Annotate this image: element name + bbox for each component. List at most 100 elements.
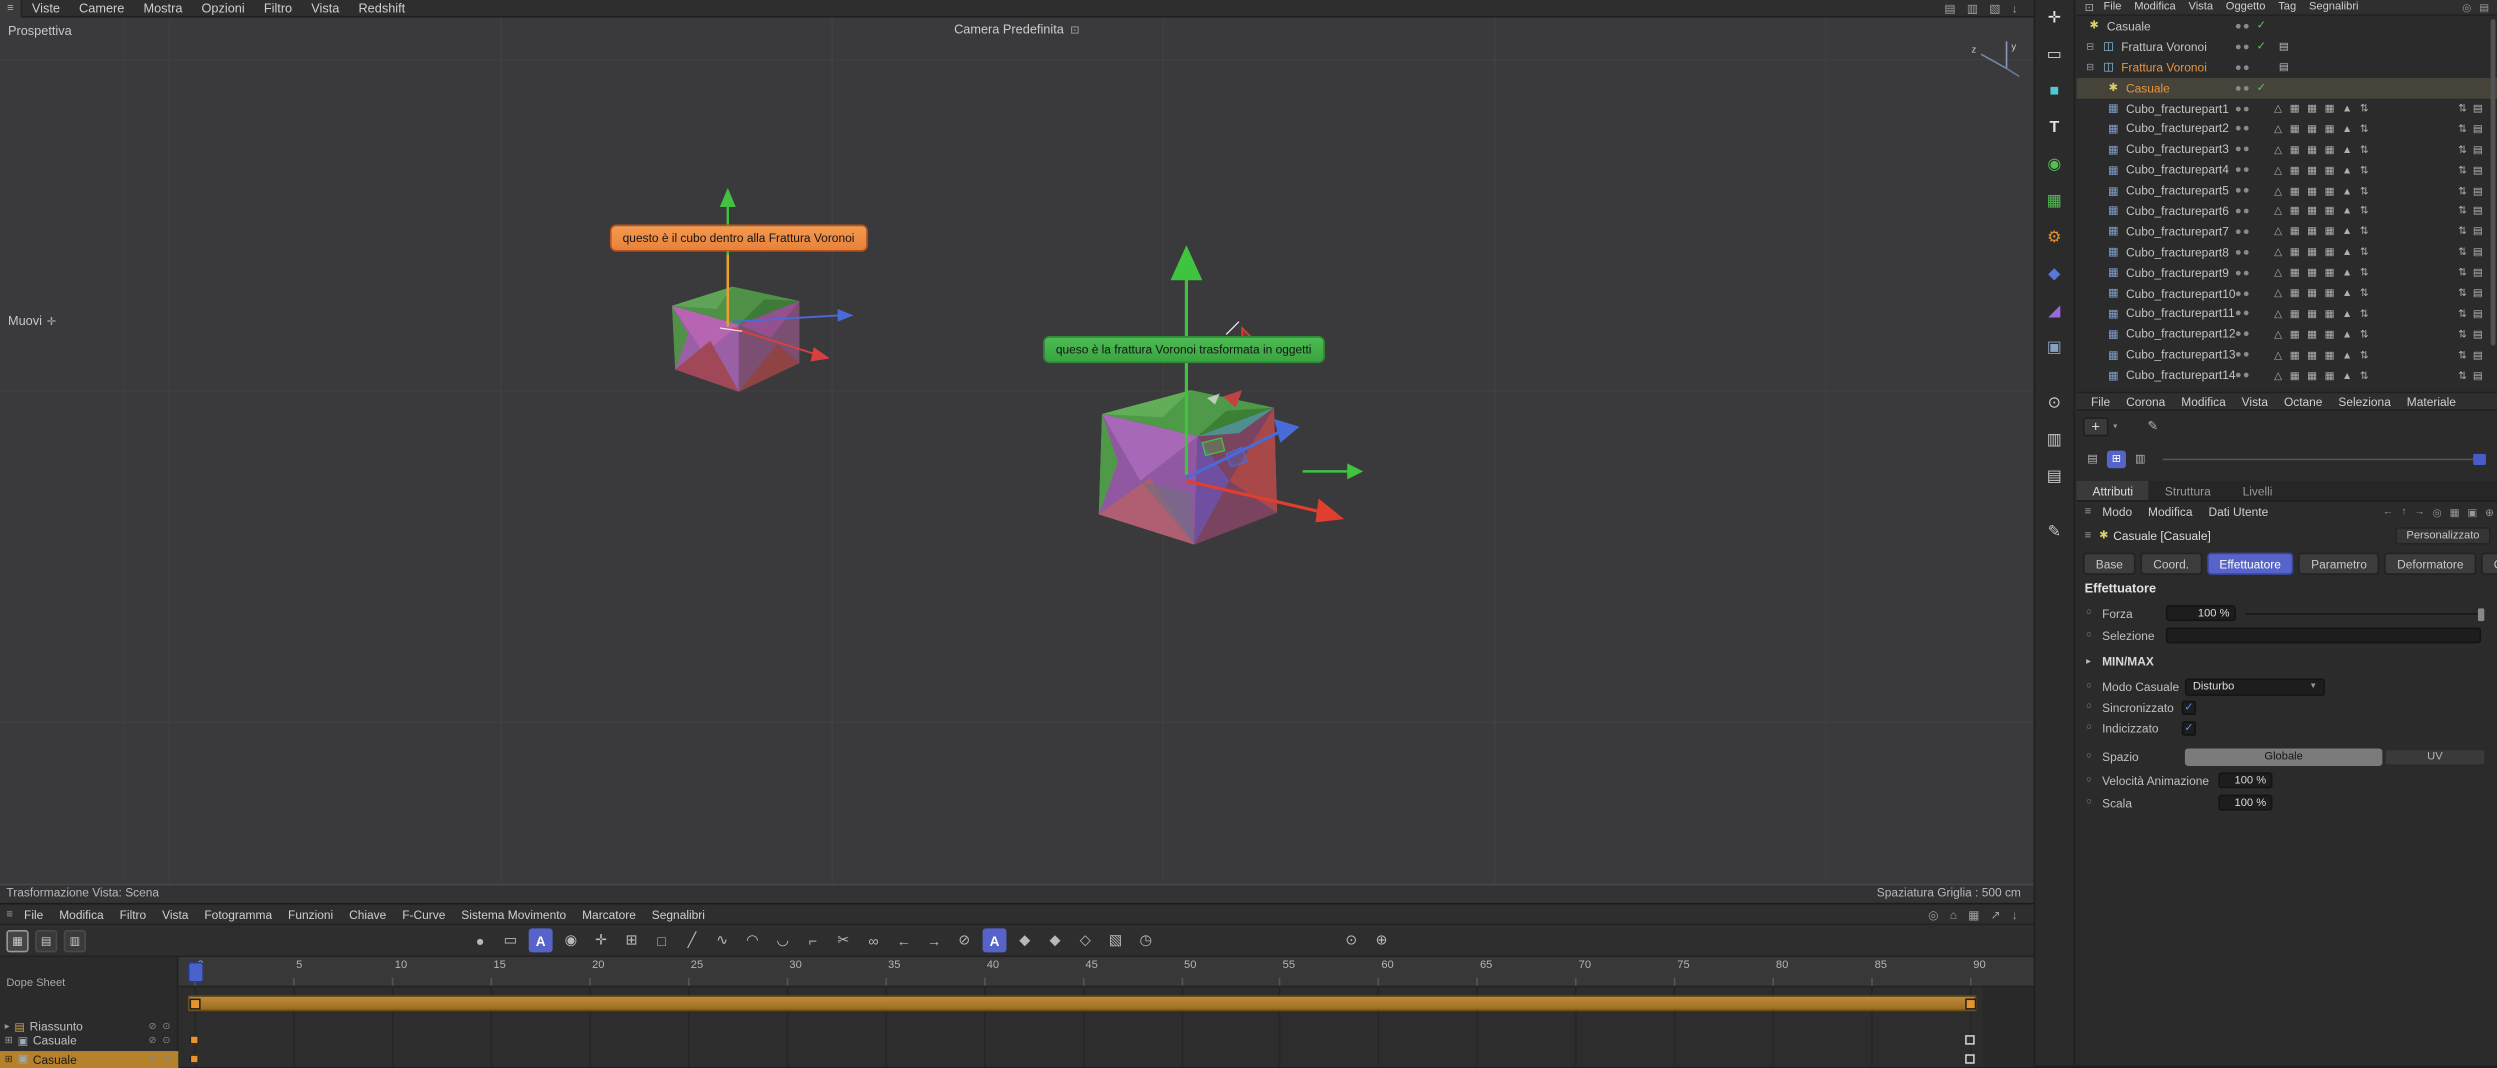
- menu-item[interactable]: Marcatore: [574, 907, 644, 921]
- timeline-tool-icon[interactable]: A: [982, 928, 1007, 953]
- timeline-tool-icon[interactable]: ✛: [589, 928, 613, 952]
- panel-menu-icon[interactable]: ≡: [3, 909, 16, 920]
- history-nav-icon[interactable]: ▣: [2467, 506, 2477, 518]
- sincronizzato-checkbox[interactable]: ✓: [2181, 699, 2197, 715]
- document-tag-icon[interactable]: ▤: [2279, 40, 2289, 53]
- object-tag-icons[interactable]: △ ▦ ▦ ▦ ▲ ⇅: [2274, 246, 2371, 258]
- menu-item[interactable]: Oggetto: [2219, 2, 2271, 13]
- object-name[interactable]: Cubo_fracturepart9: [2126, 265, 2229, 279]
- palette-tool-button[interactable]: ◢: [2040, 298, 2069, 325]
- history-nav-icon[interactable]: ▦: [2450, 506, 2460, 518]
- keyframe[interactable]: [189, 1035, 200, 1045]
- timeline-track-area[interactable]: [178, 987, 2034, 1067]
- timeline-track-row[interactable]: [178, 1032, 2033, 1048]
- object-row[interactable]: Cubo_fracturepart13 △ ▦ ▦ ▦ ▲ ⇅ ⇅ ▤: [2077, 344, 2497, 365]
- menu-item[interactable]: Mostra: [134, 1, 192, 15]
- history-nav-icon[interactable]: ◎: [2433, 506, 2442, 518]
- menu-item[interactable]: Filtro: [112, 907, 154, 921]
- object-name[interactable]: Cubo_fracturepart3: [2126, 142, 2229, 156]
- panel-icon[interactable]: ◎: [2462, 1, 2471, 13]
- palette-tool-button[interactable]: ⊙: [2040, 390, 2069, 417]
- visibility-dots[interactable]: [2235, 208, 2249, 214]
- keyframe[interactable]: [189, 1053, 200, 1063]
- menu-item[interactable]: Vista: [2234, 394, 2276, 408]
- menu-item[interactable]: Vista: [302, 1, 349, 15]
- anim-dot-icon[interactable]: ○: [2086, 752, 2092, 762]
- panel-menu-icon[interactable]: ⊡: [2081, 1, 2097, 13]
- object-row[interactable]: Cubo_fracturepart10 △ ▦ ▦ ▦ ▲ ⇅ ⇅ ▤: [2077, 283, 2497, 304]
- object-name[interactable]: Cubo_fracturepart14: [2126, 368, 2236, 382]
- timeline-tool-icon[interactable]: ←: [892, 928, 916, 952]
- object-tag-icons[interactable]: △ ▦ ▦ ▦ ▲ ⇅: [2274, 122, 2371, 135]
- visibility-dots[interactable]: [2235, 188, 2249, 193]
- timeline-tool-icon[interactable]: ⊘: [952, 928, 976, 952]
- summary-bar[interactable]: [187, 995, 1977, 1012]
- viewport-3d[interactable]: Prospettiva Camera Predefinita ⊡ Muovi ✛ T…: [0, 17, 2034, 903]
- enabled-checkmark[interactable]: ✓: [2257, 20, 2266, 32]
- menubar-icon[interactable]: ▥: [1967, 1, 1978, 15]
- menu-item[interactable]: Dati Utente: [2201, 505, 2277, 519]
- track-visibility-icons[interactable]: ⊘ ⊙: [149, 1035, 179, 1047]
- timeline-tool-icon[interactable]: ◡: [771, 928, 795, 952]
- timeline-tool-icon[interactable]: ◇: [1073, 928, 1097, 952]
- row-extra-icons[interactable]: ⇅ ▤: [2458, 164, 2484, 176]
- row-extra-icons[interactable]: ⇅ ▤: [2458, 266, 2484, 279]
- palette-tool-button[interactable]: ✛: [2040, 5, 2069, 32]
- object-name[interactable]: Cubo_fracturepart2: [2126, 122, 2229, 136]
- keyframe[interactable]: [189, 997, 201, 1009]
- visibility-dots[interactable]: [2235, 311, 2249, 316]
- object-name[interactable]: Frattura Voronoi: [2121, 60, 2207, 74]
- visibility-dots[interactable]: [2235, 290, 2249, 296]
- add-material-button[interactable]: +: [2082, 416, 2109, 436]
- history-nav-icon[interactable]: ⊕: [2485, 506, 2494, 518]
- menu-item[interactable]: Funzioni: [280, 907, 341, 921]
- menu-item[interactable]: Modifica: [2173, 394, 2233, 408]
- object-name[interactable]: Cubo_fracturepart11: [2126, 306, 2235, 320]
- section-tab[interactable]: Deformatore: [2384, 552, 2477, 575]
- menubar-icon[interactable]: ▧: [1989, 1, 2000, 15]
- row-extra-icons[interactable]: ⇅ ▤: [2458, 225, 2484, 238]
- menu-item[interactable]: File: [2083, 394, 2118, 408]
- row-extra-icons[interactable]: ⇅ ▤: [2458, 122, 2484, 135]
- row-extra-icons[interactable]: ⇅ ▤: [2458, 143, 2484, 156]
- section-tab[interactable]: Parametro: [2298, 552, 2380, 575]
- object-row[interactable]: ⊟ Frattura Voronoi ✓ ▤: [2077, 36, 2497, 57]
- visibility-dots[interactable]: [2235, 44, 2249, 50]
- object-name[interactable]: Cubo_fracturepart8: [2126, 245, 2229, 259]
- menu-item[interactable]: Vista: [154, 907, 196, 921]
- section-tab[interactable]: Coord.: [2140, 552, 2202, 575]
- object-row[interactable]: Cubo_fracturepart6 △ ▦ ▦ ▦ ▲ ⇅ ⇅ ▤: [2077, 201, 2497, 222]
- track-label-row[interactable]: ⊞ ▣ Casuale ⊘ ⊙: [0, 1050, 179, 1068]
- timeline-tool-icon[interactable]: ⊕: [1370, 928, 1394, 952]
- timeline-tool-icon[interactable]: ⊙: [1339, 928, 1363, 952]
- slider-handle[interactable]: [2477, 607, 2485, 621]
- timeline-mode-button[interactable]: ▦: [6, 929, 29, 952]
- timeline-tool-icon[interactable]: ◉: [559, 928, 583, 952]
- panel-tab[interactable]: Struttura: [2149, 481, 2227, 500]
- camera-label[interactable]: Camera Predefinita ⊡: [954, 22, 1079, 36]
- expander-icon[interactable]: ⊟: [2086, 62, 2100, 73]
- object-row[interactable]: Casuale ✓: [2077, 16, 2497, 37]
- section-tab[interactable]: Effettuatore: [2206, 552, 2294, 575]
- menu-item[interactable]: Fotogramma: [196, 907, 280, 921]
- menu-item[interactable]: Tag: [2272, 2, 2303, 13]
- object-tag-icons[interactable]: △ ▦ ▦ ▦ ▲ ⇅: [2274, 328, 2371, 340]
- menu-item[interactable]: Segnalibri: [644, 907, 713, 921]
- keyframe[interactable]: [1965, 1035, 1975, 1045]
- menu-item[interactable]: Corona: [2118, 394, 2173, 408]
- object-name[interactable]: Cubo_fracturepart6: [2126, 204, 2229, 218]
- timeline-panel-icon[interactable]: ◎: [1928, 907, 1938, 921]
- timeline-tool-icon[interactable]: →: [922, 928, 946, 952]
- enabled-checkmark[interactable]: ✓: [2257, 40, 2266, 53]
- keyframe[interactable]: [1965, 997, 1977, 1009]
- object-row[interactable]: Cubo_fracturepart4 △ ▦ ▦ ▦ ▲ ⇅ ⇅ ▤: [2077, 160, 2497, 181]
- view-mode-button[interactable]: ▤: [2083, 450, 2102, 468]
- timeline-tool-icon[interactable]: ◷: [1134, 928, 1158, 952]
- object-row[interactable]: Cubo_fracturepart11 △ ▦ ▦ ▦ ▲ ⇅ ⇅ ▤: [2077, 303, 2497, 324]
- document-tag-icon[interactable]: ▤: [2279, 61, 2289, 73]
- object-name[interactable]: Cubo_fracturepart5: [2126, 183, 2229, 197]
- track-name[interactable]: Casuale: [33, 1034, 77, 1048]
- anim-dot-icon[interactable]: ○: [2086, 723, 2092, 733]
- visibility-dots[interactable]: [2235, 23, 2249, 29]
- chevron-down-icon[interactable]: ▾: [2113, 421, 2117, 431]
